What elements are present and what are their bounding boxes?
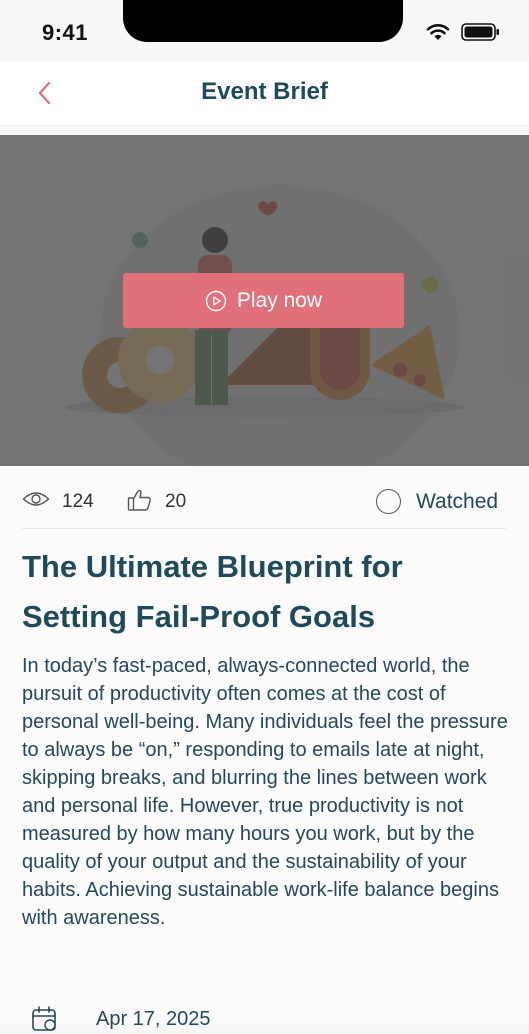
play-now-button[interactable]: Play now: [123, 273, 404, 328]
eye-icon: [22, 492, 50, 506]
play-circle-icon: [205, 290, 227, 311]
navigation-bar: Event Brief: [0, 62, 529, 124]
video-player[interactable]: Play now: [0, 135, 529, 466]
event-date-row: Apr 17, 2025: [30, 996, 430, 1031]
calendar-icon: [32, 1006, 56, 1031]
page-title: Event Brief: [201, 78, 328, 105]
battery-icon: [461, 23, 499, 41]
watched-toggle[interactable]: Watched: [376, 486, 508, 516]
event-date: Apr 17, 2025: [96, 1008, 211, 1030]
likes-count: 20: [165, 491, 187, 512]
status-bar: 9:41: [0, 0, 529, 62]
wifi-icon: [426, 24, 450, 40]
thumbs-up-icon[interactable]: [127, 488, 153, 512]
article-content: 124 20 Watched The Ultimate Blueprint fo…: [0, 466, 529, 1031]
views-count: 124: [62, 491, 94, 512]
watched-radio-circle[interactable]: [376, 489, 401, 514]
device-notch: [123, 0, 403, 42]
status-time: 9:41: [42, 20, 89, 45]
stats-row: 124 20 Watched: [22, 466, 506, 529]
article-body: In today’s fast-paced, always-connected …: [22, 655, 508, 929]
play-now-label: Play now: [236, 288, 323, 312]
article-title: The Ultimate Blueprint for Setting Fail-…: [22, 549, 403, 634]
watched-label: Watched: [416, 490, 499, 513]
